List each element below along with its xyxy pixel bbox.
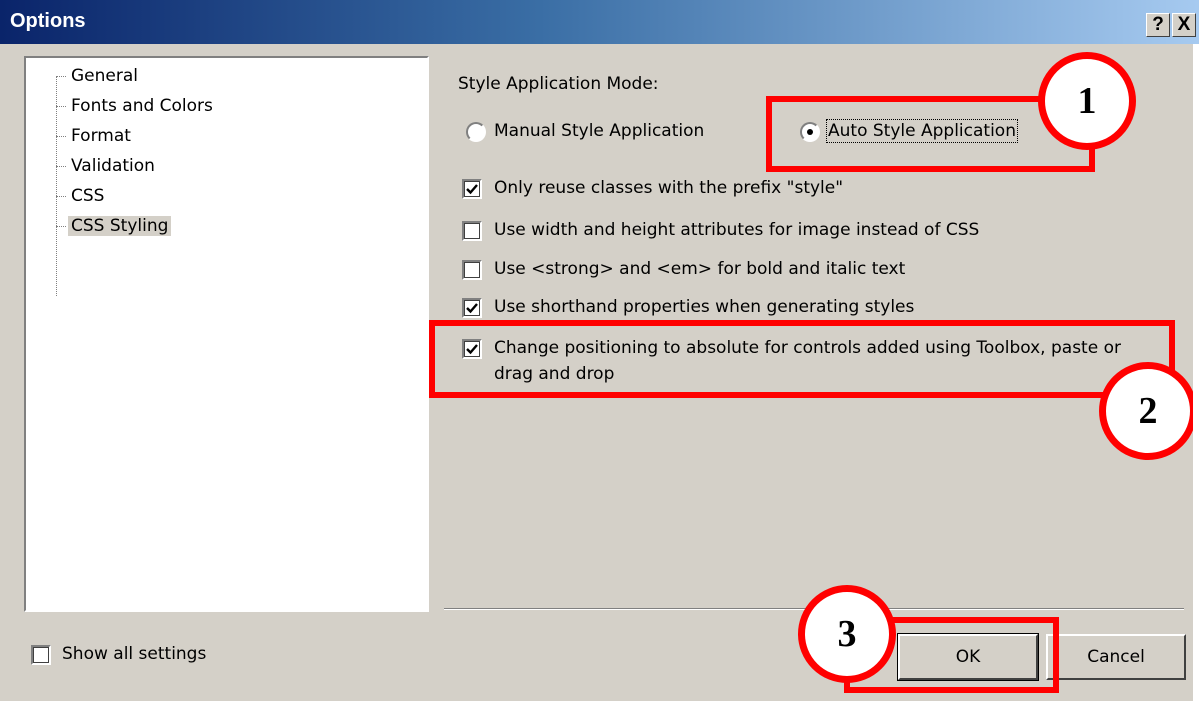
width-height-attributes-checkbox[interactable] — [462, 221, 482, 241]
tree-item-format[interactable]: Format — [56, 123, 134, 149]
reuse-classes-checkbox[interactable] — [462, 179, 482, 199]
callout-2: 2 — [1099, 362, 1197, 460]
strong-em-label[interactable]: Use <strong> and <em> for bold and itali… — [494, 259, 905, 279]
callout-3: 3 — [798, 585, 896, 683]
width-height-attributes-label[interactable]: Use width and height attributes for imag… — [494, 220, 979, 240]
tree-item-fonts-and-colors[interactable]: Fonts and Colors — [56, 93, 216, 119]
tree-item-label: Validation — [71, 156, 155, 176]
shorthand-properties-label[interactable]: Use shorthand properties when generating… — [494, 297, 914, 317]
show-all-settings-checkbox[interactable] — [31, 645, 51, 665]
checkmark-icon — [466, 184, 478, 195]
window-title: Options — [10, 10, 86, 32]
tree-item-general[interactable]: General — [56, 63, 141, 89]
callout-1: 1 — [1038, 52, 1136, 150]
show-all-settings-label[interactable]: Show all settings — [62, 644, 206, 664]
tree-item-css-styling[interactable]: CSS Styling — [56, 213, 172, 239]
title-bar: Options ? X — [0, 0, 1199, 44]
manual-style-radio[interactable] — [466, 122, 486, 142]
close-button[interactable]: X — [1172, 13, 1196, 37]
help-button[interactable]: ? — [1146, 13, 1170, 37]
tree-item-label: Fonts and Colors — [71, 96, 213, 116]
style-application-mode-label: Style Application Mode: — [458, 74, 659, 94]
manual-style-radio-label[interactable]: Manual Style Application — [494, 121, 704, 141]
tree-item-label: CSS — [71, 186, 105, 206]
tree-item-validation[interactable]: Validation — [56, 153, 158, 179]
strong-em-checkbox[interactable] — [462, 260, 482, 280]
cancel-button[interactable]: Cancel — [1046, 634, 1186, 680]
reuse-classes-label[interactable]: Only reuse classes with the prefix "styl… — [494, 178, 843, 198]
checkmark-icon — [466, 303, 478, 314]
window-edge — [1193, 44, 1199, 701]
tree-item-label: CSS Styling — [68, 216, 172, 236]
settings-tree[interactable]: General Fonts and Colors Format Validati… — [24, 56, 429, 612]
tree-item-label: Format — [71, 126, 131, 146]
shorthand-properties-checkbox[interactable] — [462, 298, 482, 318]
highlight-absolute-positioning — [429, 320, 1175, 398]
tree-item-css[interactable]: CSS — [56, 183, 107, 209]
tree-item-label: General — [71, 66, 138, 86]
